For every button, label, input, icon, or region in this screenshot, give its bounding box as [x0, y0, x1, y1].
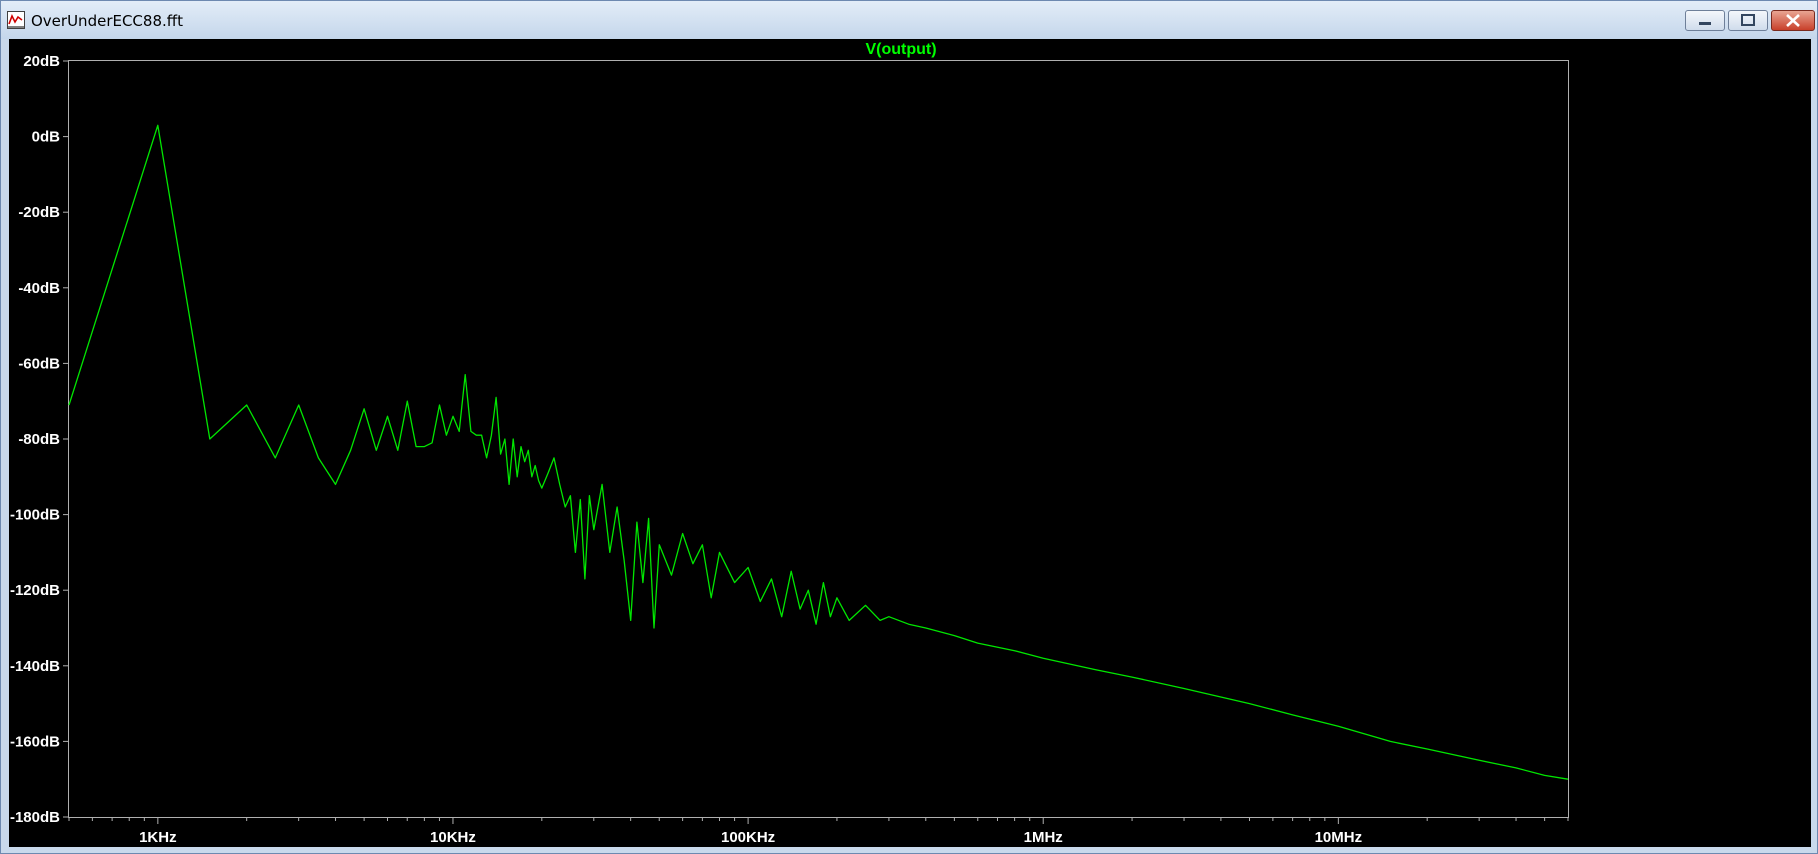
y-tick-label: -160dB: [10, 733, 60, 750]
x-tick-label: 10KHz: [430, 829, 476, 846]
y-tick-label: -60dB: [18, 355, 60, 372]
x-tick-label: 10MHz: [1315, 829, 1363, 846]
window-title: OverUnderECC88.fft: [31, 12, 183, 30]
series-group: [68, 124, 1569, 780]
y-tick-label: -120dB: [10, 582, 60, 599]
y-tick-label: -80dB: [18, 431, 60, 448]
fft-chart: V(output) 20dB 0dB -20dB -40dB -60dB -80dB -10…: [10, 41, 1569, 846]
x-axis: 1KHz 10KHz 100KHz 1MHz 10MHz: [68, 817, 1569, 846]
y-tick-label: -180dB: [10, 809, 60, 826]
minimize-icon: [1699, 22, 1711, 25]
close-icon: [1786, 14, 1800, 27]
y-tick-label: -40dB: [18, 280, 60, 297]
minimize-button[interactable]: [1685, 10, 1725, 31]
x-tick-label: 1KHz: [139, 829, 177, 846]
x-tick-label: 100KHz: [721, 829, 775, 846]
y-tick-label: -100dB: [10, 507, 60, 524]
app-window: OverUnderECC88.fft V(output) 20dB 0dB -20d…: [0, 0, 1818, 854]
waveform-plot-icon: [7, 11, 25, 29]
plot-frame: [68, 60, 1569, 818]
chart-title: V(output): [865, 41, 936, 58]
plot-pane[interactable]: V(output) 20dB 0dB -20dB -40dB -60dB -80dB -10…: [9, 39, 1811, 847]
title-bar[interactable]: OverUnderECC88.fft: [1, 1, 1817, 39]
close-button[interactable]: [1771, 10, 1815, 31]
y-tick-label: 20dB: [23, 53, 60, 70]
maximize-icon: [1741, 14, 1755, 26]
x-tick-label: 1MHz: [1024, 829, 1063, 846]
y-tick-label: 0dB: [32, 129, 61, 146]
maximize-button[interactable]: [1728, 10, 1768, 31]
y-axis: 20dB 0dB -20dB -40dB -60dB -80dB -100dB -120dB -…: [10, 53, 69, 826]
y-tick-label: -20dB: [18, 204, 60, 221]
y-tick-label: -140dB: [10, 658, 60, 675]
series-line-v-output: [68, 124, 1569, 780]
